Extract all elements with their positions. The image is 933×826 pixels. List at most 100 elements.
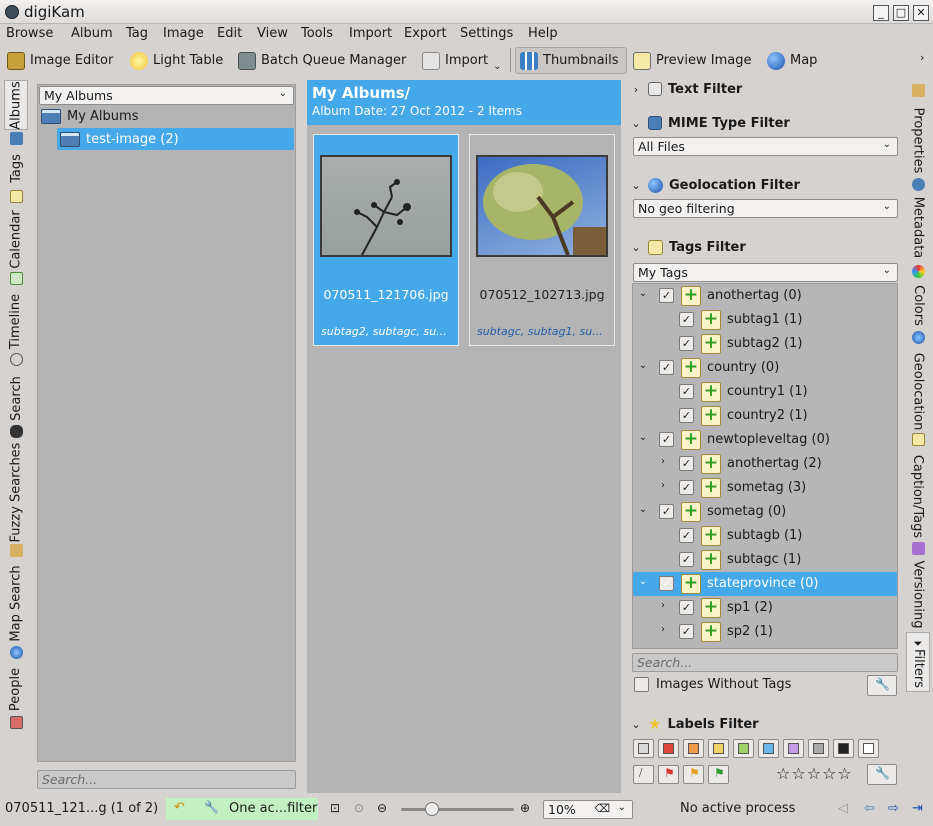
color-label-button[interactable] [783, 739, 804, 758]
tag-checkbox[interactable]: ✓ [679, 384, 694, 399]
tags-combo[interactable]: My Tags ⌄ [633, 263, 898, 282]
tag-checkbox[interactable]: ✓ [679, 312, 694, 327]
tab-versioning[interactable]: Versioning [906, 558, 930, 630]
zoom-100-icon[interactable]: ⊙ [354, 801, 364, 815]
zoom-in-icon[interactable]: ⊕ [520, 801, 530, 815]
labels-filter-header[interactable]: ⌄ ★ Labels Filter [630, 713, 900, 735]
color-label-button[interactable] [733, 739, 754, 758]
chevron-right-icon[interactable]: › [657, 456, 669, 467]
pick-label-pending[interactable]: ⚑ [683, 765, 704, 784]
filter-status[interactable]: ↶ 🔧 One ac...filter [166, 798, 318, 820]
tag-checkbox[interactable]: ✓ [659, 504, 674, 519]
tags-filter-header[interactable]: ⌄ Tags Filter [630, 236, 900, 258]
menu-export[interactable]: Export [404, 26, 447, 41]
images-without-tags-checkbox[interactable] [634, 677, 649, 692]
pick-label-none[interactable]: ⧸ [633, 765, 654, 784]
import-button[interactable]: Import ⌄ [418, 47, 506, 74]
tab-caption-tags[interactable]: Caption/Tags [906, 448, 930, 544]
thumbnails-button[interactable]: Thumbnails [515, 47, 627, 74]
menu-tools[interactable]: Tools [301, 26, 333, 41]
tag-checkbox[interactable]: ✓ [679, 336, 694, 351]
tab-filters[interactable]: ⏷ Filters [906, 632, 930, 692]
tab-timeline[interactable]: Timeline [4, 290, 28, 352]
menu-settings[interactable]: Settings [460, 26, 513, 41]
previous-icon[interactable]: ⇦ [864, 801, 875, 816]
tab-metadata[interactable]: Metadata [906, 192, 930, 262]
tab-properties[interactable]: Properties [906, 100, 930, 180]
next-icon[interactable]: ⇨ [888, 801, 899, 816]
tab-calendar[interactable]: Calendar [4, 208, 28, 270]
tab-geolocation[interactable]: Geolocation [906, 346, 930, 436]
minimize-button[interactable]: _ [873, 5, 889, 21]
light-table-button[interactable]: Light Table [126, 47, 227, 74]
mute-icon[interactable]: ◁ [838, 801, 848, 816]
thumbnail-item[interactable]: 070512_102713.jpg subtagc, subtag1, su..… [469, 134, 615, 346]
chevron-down-icon[interactable]: ⌄ [637, 432, 649, 443]
albums-combo[interactable]: My Albums ⌄ [39, 86, 294, 105]
tab-people[interactable]: People [4, 664, 28, 714]
color-label-button[interactable] [658, 739, 679, 758]
tab-search[interactable]: Search [4, 370, 28, 426]
zoom-slider[interactable] [401, 802, 514, 816]
tag-row[interactable]: ⌄ ✓ + newtopleveltag (0) [633, 428, 897, 452]
pick-label-accepted[interactable]: ⚑ [708, 765, 729, 784]
chevron-down-icon[interactable]: ⌄ [637, 504, 649, 515]
tag-row[interactable]: ✓ + subtagc (1) [633, 548, 897, 572]
text-filter-header[interactable]: › Text Filter [630, 78, 900, 100]
tag-row[interactable]: ⌄ ✓ + sometag (0) [633, 500, 897, 524]
tag-checkbox[interactable]: ✓ [679, 480, 694, 495]
menu-view[interactable]: View [257, 26, 288, 41]
batch-queue-button[interactable]: Batch Queue Manager [234, 47, 410, 74]
chevron-right-icon[interactable]: › [657, 600, 669, 611]
fit-to-window-icon[interactable]: ⊡ [330, 801, 340, 815]
tag-row[interactable]: › ✓ + sp1 (2) [633, 596, 897, 620]
color-label-button[interactable] [633, 739, 654, 758]
menu-image[interactable]: Image [163, 26, 204, 41]
mime-filter-header[interactable]: ⌄ MIME Type Filter [630, 112, 900, 134]
tag-checkbox[interactable]: ✓ [659, 432, 674, 447]
tag-checkbox[interactable]: ✓ [679, 600, 694, 615]
preview-image-button[interactable]: Preview Image [629, 47, 755, 74]
tab-tags[interactable]: Tags [4, 148, 28, 188]
album-search-input[interactable]: Search... [37, 770, 296, 789]
close-button[interactable]: ✕ [913, 5, 929, 21]
tag-row[interactable]: › ✓ + sp2 (1) [633, 620, 897, 644]
chevron-down-icon[interactable]: ⌄ [637, 360, 649, 371]
tags-options-button[interactable]: 🔧 [867, 675, 897, 696]
geolocation-select[interactable]: No geo filtering ⌄ [633, 199, 898, 218]
map-button[interactable]: Map [763, 47, 821, 74]
chevron-right-icon[interactable]: › [657, 480, 669, 491]
tag-row[interactable]: ✓ + country2 (1) [633, 404, 897, 428]
clear-icon[interactable]: ⌫ [594, 802, 610, 815]
toolbar-overflow-icon[interactable]: › [920, 51, 924, 64]
image-editor-button[interactable]: Image Editor [3, 47, 117, 74]
tab-colors[interactable]: Colors [906, 280, 930, 330]
maximize-button[interactable]: □ [893, 5, 909, 21]
tab-albums[interactable]: Albums [4, 80, 28, 130]
color-label-button[interactable] [758, 739, 779, 758]
zoom-slider-handle[interactable] [425, 802, 439, 816]
geolocation-filter-header[interactable]: ⌄ Geolocation Filter [630, 174, 900, 196]
menu-import[interactable]: Import [349, 26, 392, 41]
menu-edit[interactable]: Edit [217, 26, 242, 41]
rating-stars[interactable]: ☆☆☆☆☆ [776, 764, 853, 783]
menu-browse[interactable]: Browse [6, 26, 53, 41]
tag-checkbox[interactable]: ✓ [679, 552, 694, 567]
tab-fuzzy-searches[interactable]: Fuzzy Searches [4, 442, 28, 542]
tag-row[interactable]: ✓ + subtag2 (1) [633, 332, 897, 356]
tab-map-search[interactable]: Map Search [4, 562, 28, 644]
last-icon[interactable]: ⇥ [912, 801, 923, 816]
tag-row[interactable]: ✓ + subtag1 (1) [633, 308, 897, 332]
menu-tag[interactable]: Tag [126, 26, 148, 41]
reset-filter-icon[interactable]: ↶ [174, 800, 185, 815]
chevron-down-icon[interactable]: ⌄ [637, 288, 649, 299]
color-label-button[interactable] [683, 739, 704, 758]
zoom-out-icon[interactable]: ⊖ [377, 801, 387, 815]
tag-checkbox[interactable]: ✓ [679, 408, 694, 423]
tag-checkbox[interactable]: ✓ [659, 288, 674, 303]
color-label-button[interactable] [858, 739, 879, 758]
tag-row[interactable]: › ✓ + anothertag (2) [633, 452, 897, 476]
tag-row[interactable]: ⌄ ✓ + anothertag (0) [633, 284, 897, 308]
chevron-right-icon[interactable]: › [657, 624, 669, 635]
menu-album[interactable]: Album [71, 26, 113, 41]
